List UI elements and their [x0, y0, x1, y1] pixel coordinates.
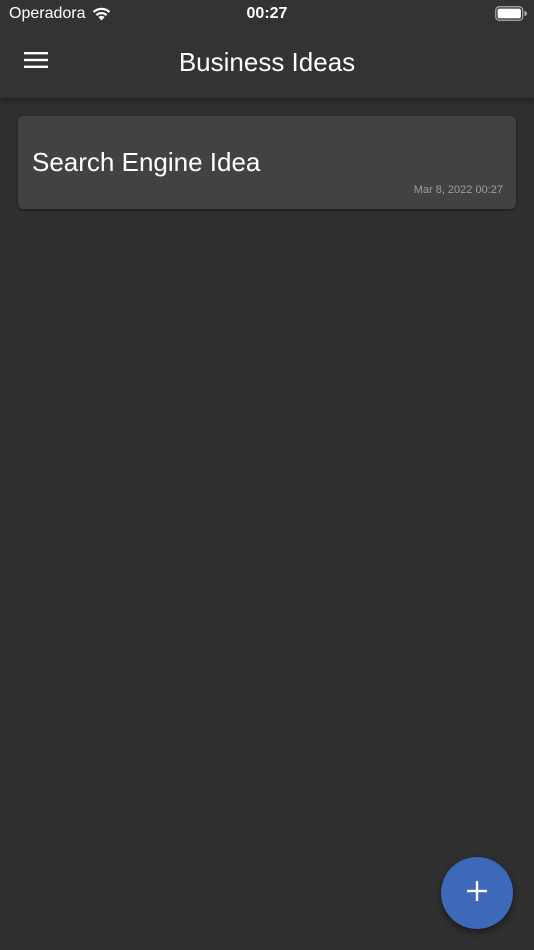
status-time: 00:27 — [246, 5, 288, 22]
idea-card[interactable]: Search Engine Idea Mar 8, 2022 00:27 — [18, 116, 516, 209]
status-bar: Operadora 00:27 — [0, 0, 534, 28]
app-screen: Operadora 00:27 Business Ideas Search En… — [0, 0, 534, 950]
page-title: Business Ideas — [178, 47, 356, 77]
plus-icon — [466, 880, 488, 907]
app-bar: Operadora 00:27 Business Ideas — [0, 0, 534, 98]
idea-date: Mar 8, 2022 00:27 — [413, 184, 503, 196]
ideas-list: Search Engine Idea Mar 8, 2022 00:27 — [0, 98, 534, 950]
add-idea-button[interactable] — [441, 857, 513, 929]
battery-icon — [495, 6, 527, 21]
idea-title: Search Engine Idea — [32, 147, 261, 177]
